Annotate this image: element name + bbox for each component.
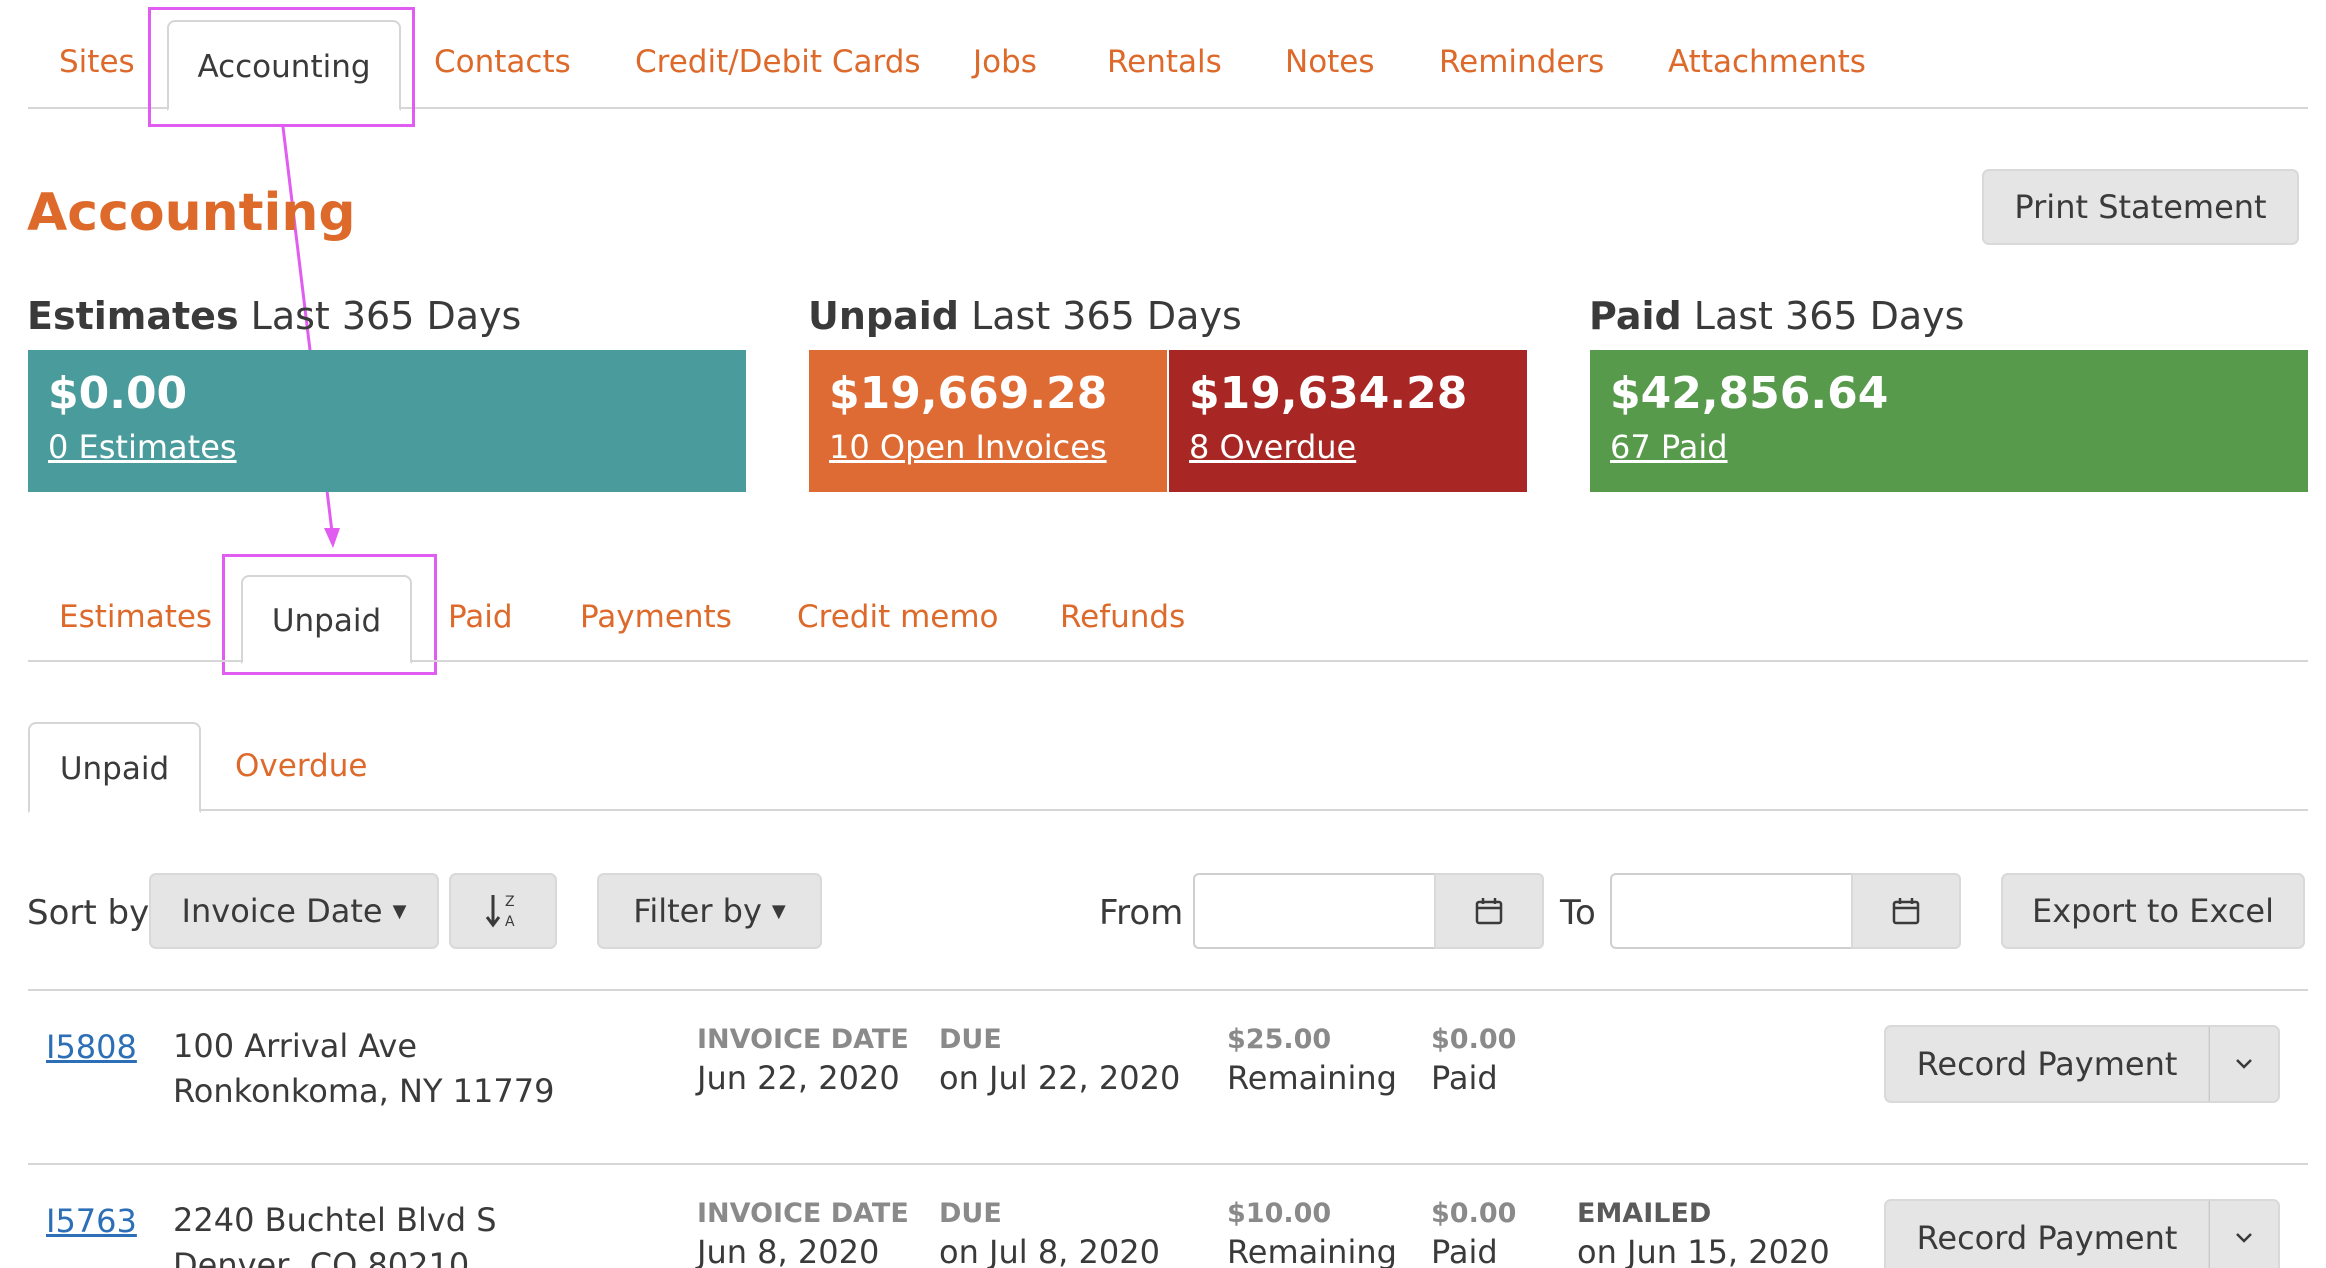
row-divider: [28, 1163, 2308, 1165]
calendar-icon: [1892, 898, 1920, 925]
filtertab-unpaid[interactable]: Unpaid: [28, 722, 201, 813]
sub-tab-bar: Estimates Unpaid Paid Payments Credit me…: [28, 560, 2308, 664]
chevron-down-icon: [2236, 1059, 2252, 1069]
sort-field-dropdown[interactable]: Invoice Date ▼: [149, 873, 439, 949]
paid-label: Paid: [1431, 1059, 1498, 1097]
paid-card: $42,856.64 67 Paid: [1590, 350, 2308, 492]
subtab-credit-memo[interactable]: Credit memo: [797, 599, 999, 635]
emailed-value: on Jun 15, 2020: [1577, 1233, 1830, 1268]
invoice-date-caption: INVOICE DATE: [697, 1024, 909, 1055]
invoice-address: 2240 Buchtel Blvd S Denver, CO 80210: [173, 1198, 497, 1268]
emailed-caption: EMAILED: [1577, 1198, 1712, 1229]
open-invoices-card: $19,669.28 10 Open Invoices: [809, 350, 1167, 492]
tab-attachments[interactable]: Attachments: [1668, 44, 1866, 80]
address-line-1: 2240 Buchtel Blvd S: [173, 1201, 497, 1239]
subtab-unpaid[interactable]: Unpaid: [241, 575, 412, 664]
export-to-excel-button[interactable]: Export to Excel: [2001, 873, 2305, 949]
caret-down-icon: ▼: [771, 900, 786, 922]
unpaid-stat-heading: Unpaid Last 365 Days: [808, 294, 1242, 338]
invoice-date-caption: INVOICE DATE: [697, 1198, 909, 1229]
to-calendar-button[interactable]: [1851, 873, 1961, 949]
subtab-paid[interactable]: Paid: [448, 599, 513, 635]
sort-by-label: Sort by: [27, 893, 150, 933]
record-payment-button[interactable]: Record Payment: [1884, 1025, 2210, 1103]
from-date-input[interactable]: [1193, 873, 1436, 949]
caret-down-icon: ▼: [392, 900, 407, 922]
due-value: on Jul 22, 2020: [939, 1059, 1181, 1097]
from-label: From: [1099, 893, 1184, 933]
record-payment-button[interactable]: Record Payment: [1884, 1199, 2210, 1268]
remaining-label: Remaining: [1227, 1059, 1397, 1097]
tab-sites[interactable]: Sites: [59, 44, 135, 80]
tab-jobs[interactable]: Jobs: [973, 44, 1037, 80]
unpaid-filter-tab-bar: Unpaid Overdue: [28, 720, 2308, 813]
sort-direction-button[interactable]: Z A: [449, 873, 557, 949]
paid-label: Paid: [1431, 1233, 1498, 1268]
subtab-refunds[interactable]: Refunds: [1060, 599, 1185, 635]
address-line-2: Ronkonkoma, NY 11779: [173, 1072, 555, 1110]
subtab-estimates[interactable]: Estimates: [59, 599, 212, 635]
address-line-1: 100 Arrival Ave: [173, 1027, 418, 1065]
paid-amount: $0.00: [1431, 1024, 1517, 1055]
due-value: on Jul 8, 2020: [939, 1233, 1160, 1268]
subtab-payments[interactable]: Payments: [580, 599, 732, 635]
tab-notes[interactable]: Notes: [1285, 44, 1375, 80]
remaining-amount: $10.00: [1227, 1198, 1332, 1229]
remaining-label: Remaining: [1227, 1233, 1397, 1268]
invoice-id-link[interactable]: I5763: [46, 1202, 137, 1240]
record-payment-menu-button[interactable]: [2209, 1199, 2280, 1268]
tab-credit-debit-cards[interactable]: Credit/Debit Cards: [635, 44, 921, 80]
estimates-card: $0.00 0 Estimates: [28, 350, 746, 492]
paid-amount: $0.00: [1431, 1198, 1517, 1229]
address-line-2: Denver, CO 80210: [173, 1246, 470, 1268]
estimates-count-link[interactable]: 0 Estimates: [48, 428, 237, 466]
invoice-date-value: Jun 8, 2020: [697, 1233, 880, 1268]
overdue-link[interactable]: 8 Overdue: [1189, 428, 1356, 466]
svg-text:A: A: [505, 914, 515, 930]
estimates-amount: $0.00: [48, 368, 188, 419]
filter-by-dropdown[interactable]: Filter by ▼: [597, 873, 822, 949]
invoice-date-value: Jun 22, 2020: [697, 1059, 900, 1097]
invoice-id-link[interactable]: I5808: [46, 1028, 137, 1066]
open-invoices-amount: $19,669.28: [829, 368, 1108, 419]
sort-field-label: Invoice Date: [181, 892, 383, 930]
tab-reminders[interactable]: Reminders: [1439, 44, 1604, 80]
overdue-amount: $19,634.28: [1189, 368, 1468, 419]
from-calendar-button[interactable]: [1434, 873, 1544, 949]
annotation-box-accounting: [148, 7, 415, 127]
due-caption: DUE: [939, 1198, 1002, 1229]
tab-rentals[interactable]: Rentals: [1107, 44, 1222, 80]
paid-count-link[interactable]: 67 Paid: [1610, 428, 1728, 466]
open-invoices-link[interactable]: 10 Open Invoices: [829, 428, 1107, 466]
filter-by-label: Filter by: [633, 892, 762, 930]
calendar-icon: [1475, 898, 1503, 925]
record-payment-menu-button[interactable]: [2209, 1025, 2280, 1103]
paid-stat-heading: Paid Last 365 Days: [1589, 294, 1965, 338]
remaining-amount: $25.00: [1227, 1024, 1332, 1055]
filtertab-overdue[interactable]: Overdue: [235, 748, 367, 784]
page-title: Accounting: [27, 183, 356, 243]
paid-amount: $42,856.64: [1610, 368, 1889, 419]
to-date-input[interactable]: [1610, 873, 1853, 949]
sort-alpha-desc-icon: Z A: [485, 894, 515, 930]
due-caption: DUE: [939, 1024, 1002, 1055]
print-statement-button[interactable]: Print Statement: [1982, 169, 2299, 245]
invoice-address: 100 Arrival Ave Ronkonkoma, NY 11779: [173, 1024, 554, 1114]
to-label: To: [1560, 893, 1596, 933]
chevron-down-icon: [2236, 1233, 2252, 1243]
row-divider: [28, 989, 2308, 991]
svg-text:Z: Z: [505, 894, 515, 910]
overdue-card: $19,634.28 8 Overdue: [1169, 350, 1527, 492]
estimates-stat-heading: Estimates Last 365 Days: [27, 294, 522, 338]
tab-contacts[interactable]: Contacts: [434, 44, 571, 80]
